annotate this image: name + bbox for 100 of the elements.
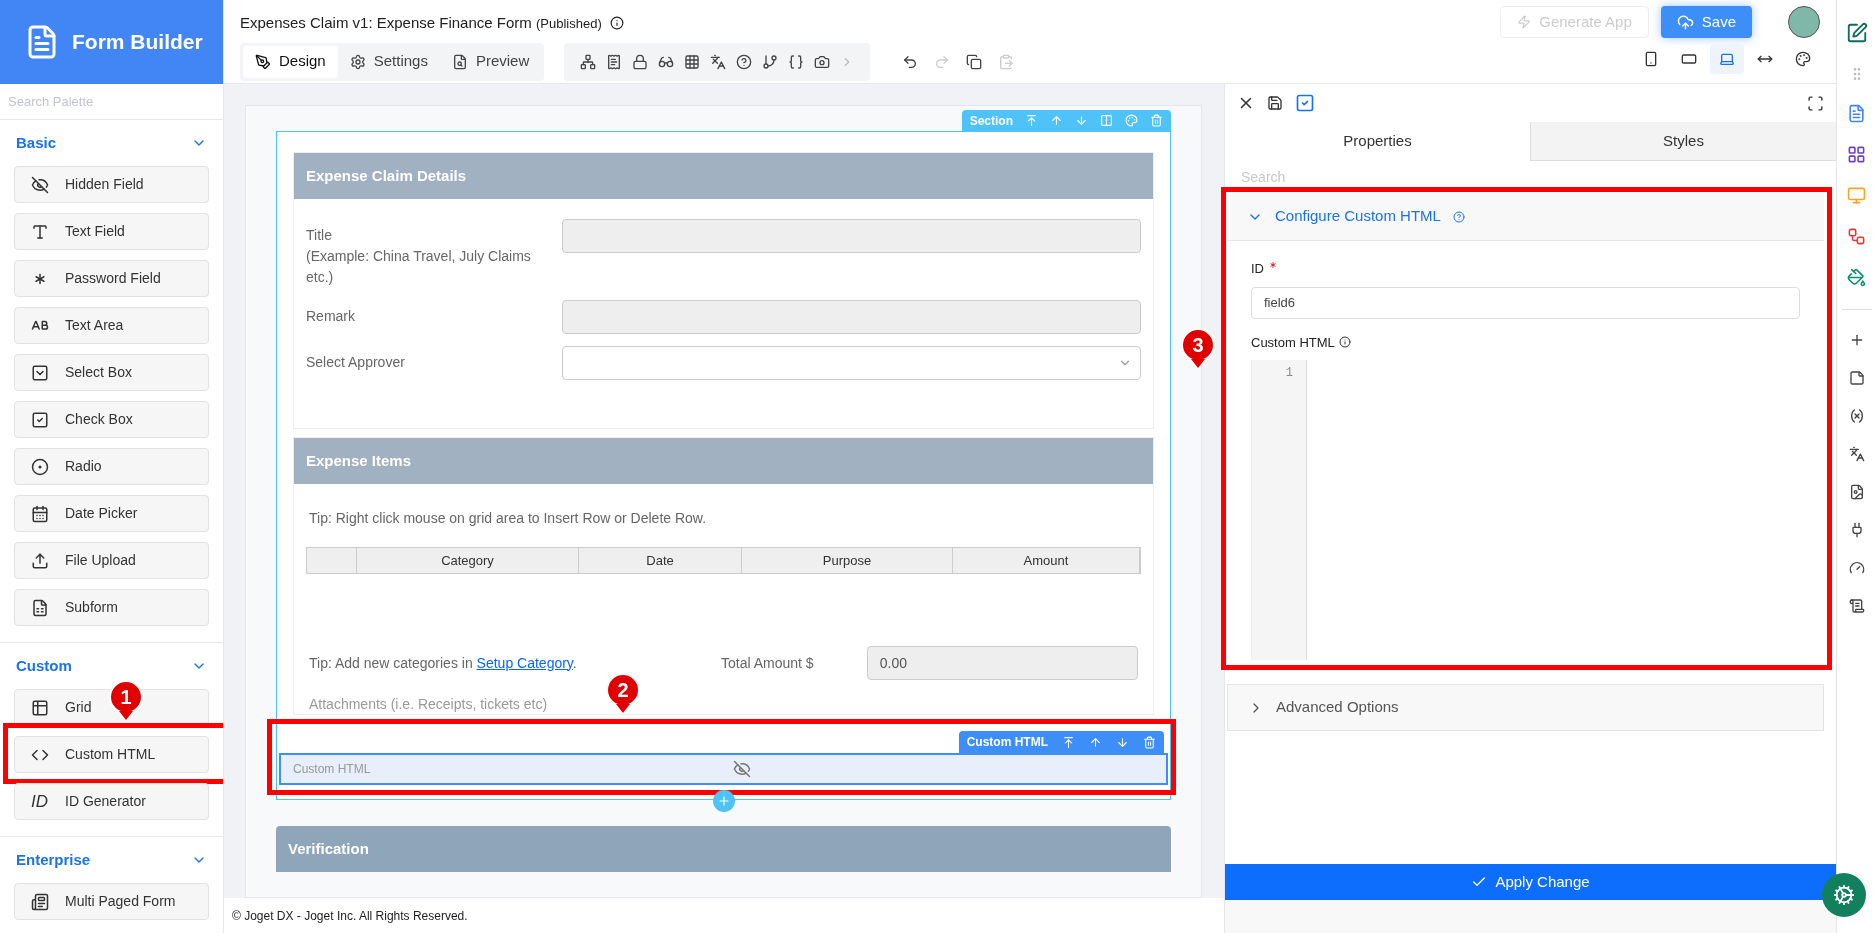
translate-icon[interactable] xyxy=(1848,446,1865,462)
move-top-icon[interactable] xyxy=(1062,735,1075,749)
mode-tab[interactable]: Preview xyxy=(439,45,542,78)
apply-change-button[interactable]: Apply Change xyxy=(1225,864,1836,900)
gauge-icon[interactable] xyxy=(1848,560,1865,576)
text-icon xyxy=(31,222,49,241)
table-header-cell: Purpose xyxy=(742,548,953,573)
laptop-icon xyxy=(1719,51,1735,67)
table-header-cell: Amount xyxy=(953,548,1140,573)
palette-item[interactable]: Radio xyxy=(14,448,209,485)
edit-icon[interactable] xyxy=(1845,22,1868,44)
field-label: ID xyxy=(1251,260,1264,278)
date-icon xyxy=(31,504,49,523)
form-title: Expenses Claim v1: Expense Finance Form (Published) xyxy=(240,13,602,33)
palette-search-field[interactable]: Search Palette xyxy=(0,84,223,120)
hidden-icon xyxy=(31,175,49,194)
select-icon xyxy=(31,363,49,382)
table-header-cell: Date xyxy=(579,548,742,573)
palette-item[interactable]: ID ID Generator xyxy=(14,783,209,820)
text-input-field[interactable] xyxy=(562,219,1141,253)
paint-bucket-icon[interactable] xyxy=(1847,268,1866,287)
palette-icon xyxy=(1795,51,1811,67)
save-icon[interactable] xyxy=(1267,95,1283,111)
id-input-field[interactable]: field6 xyxy=(1251,286,1800,319)
note-icon[interactable] xyxy=(1848,370,1865,386)
variable-icon[interactable] xyxy=(1848,408,1865,424)
palette-item[interactable]: Hidden Field xyxy=(14,166,209,203)
field-label: Remark xyxy=(306,307,356,326)
palette-item[interactable]: Subform xyxy=(14,589,209,626)
info-icon[interactable] xyxy=(609,16,624,31)
workflow-icon[interactable] xyxy=(1847,227,1866,246)
document-icon[interactable] xyxy=(606,53,623,70)
mode-tab[interactable]: Settings xyxy=(337,45,440,78)
palette-item[interactable]: File Upload xyxy=(14,542,209,579)
field-label: Attachments (i.e. Receipts, tickets etc) xyxy=(308,695,549,714)
add-button[interactable] xyxy=(712,790,735,812)
total-amount-field[interactable]: 0.00 xyxy=(866,646,1138,680)
panel-header: Verification xyxy=(276,826,1171,872)
config-section-header[interactable]: Configure Custom HTML xyxy=(1227,193,1824,241)
properties-tab[interactable]: Styles xyxy=(1530,122,1836,161)
hierarchy-icon[interactable] xyxy=(580,53,597,70)
palette-item[interactable]: Custom HTML xyxy=(14,736,209,773)
palette-item[interactable]: Password Field xyxy=(14,260,209,297)
callout-pointer xyxy=(1191,359,1205,368)
palette-item[interactable]: Check Box xyxy=(14,401,209,438)
arrow-down-icon[interactable] xyxy=(1116,735,1129,749)
field-label: Title (Example: China Travel, July Claims etc.) xyxy=(306,226,532,287)
table-header-cell: Category xyxy=(357,548,579,573)
braces-icon[interactable] xyxy=(788,53,805,70)
palette-item[interactable]: Select Box xyxy=(14,354,209,391)
palette-item[interactable]: Text Area xyxy=(14,307,209,344)
advanced-options-header[interactable]: Advanced Options xyxy=(1227,684,1824,731)
section-tag: Section xyxy=(969,111,1013,130)
help-icon[interactable] xyxy=(736,53,753,70)
element-label: Custom HTML xyxy=(293,761,372,778)
avatar[interactable] xyxy=(1788,6,1820,38)
fullscreen-icon[interactable] xyxy=(1807,94,1824,112)
panel-header: Expense Items xyxy=(294,438,1153,484)
multipage-icon xyxy=(31,892,49,911)
setup-category-link[interactable]: Setup Category xyxy=(476,654,573,671)
footer-text: © Joget DX - Joget Inc. All Rights Reserved. xyxy=(232,907,468,925)
mode-tab[interactable]: Design xyxy=(243,45,338,78)
field-label: Select Approver xyxy=(306,353,406,372)
text-input-field[interactable] xyxy=(562,300,1141,334)
camera-icon[interactable] xyxy=(814,53,831,70)
field-label: Total Amount $ xyxy=(721,653,815,673)
file-image-icon[interactable] xyxy=(1848,484,1865,500)
undo-icon[interactable] xyxy=(902,53,919,70)
callout-marker: 2 xyxy=(606,673,640,707)
checkbox-icon[interactable] xyxy=(1295,93,1315,113)
pen-tool-icon xyxy=(255,53,271,70)
callout-pointer xyxy=(119,711,133,720)
palette-item[interactable]: Multi Paged Form xyxy=(14,883,209,920)
lock-icon[interactable] xyxy=(632,53,649,70)
cloud-upload-icon xyxy=(1676,13,1694,31)
palette-item[interactable]: Text Field xyxy=(14,213,209,250)
scroll-icon[interactable] xyxy=(1848,598,1865,614)
app-title: Form Builder xyxy=(72,29,203,56)
info-icon xyxy=(1338,336,1351,349)
palette-item[interactable]: Date Picker xyxy=(14,495,209,532)
checkbox-icon xyxy=(31,410,49,429)
field-label: Custom HTML xyxy=(1251,333,1335,352)
translate-icon[interactable] xyxy=(710,53,727,70)
tip-text: Tip: Right click mouse on grid area to Insert Row or Delete Row. xyxy=(308,509,708,528)
id-icon: ID xyxy=(31,788,49,815)
select-field[interactable] xyxy=(562,346,1141,380)
copy-icon[interactable] xyxy=(966,53,983,70)
palette-group-title: Custom xyxy=(16,655,72,676)
phone-icon xyxy=(1643,51,1659,67)
panel-header: Expense Claim Details xyxy=(294,153,1153,199)
branch-icon[interactable] xyxy=(762,53,779,70)
plus-icon xyxy=(716,794,731,808)
file-search-icon xyxy=(451,53,468,70)
arrow-up-icon[interactable] xyxy=(1089,735,1102,749)
trash-icon[interactable] xyxy=(1143,735,1156,749)
table-icon[interactable] xyxy=(684,53,701,70)
table-icon[interactable] xyxy=(1847,145,1866,164)
line-number: 1 xyxy=(1285,365,1293,382)
tip-text: Tip: Add new categories in Setup Category. xyxy=(309,653,578,673)
callout-pointer xyxy=(616,704,630,713)
